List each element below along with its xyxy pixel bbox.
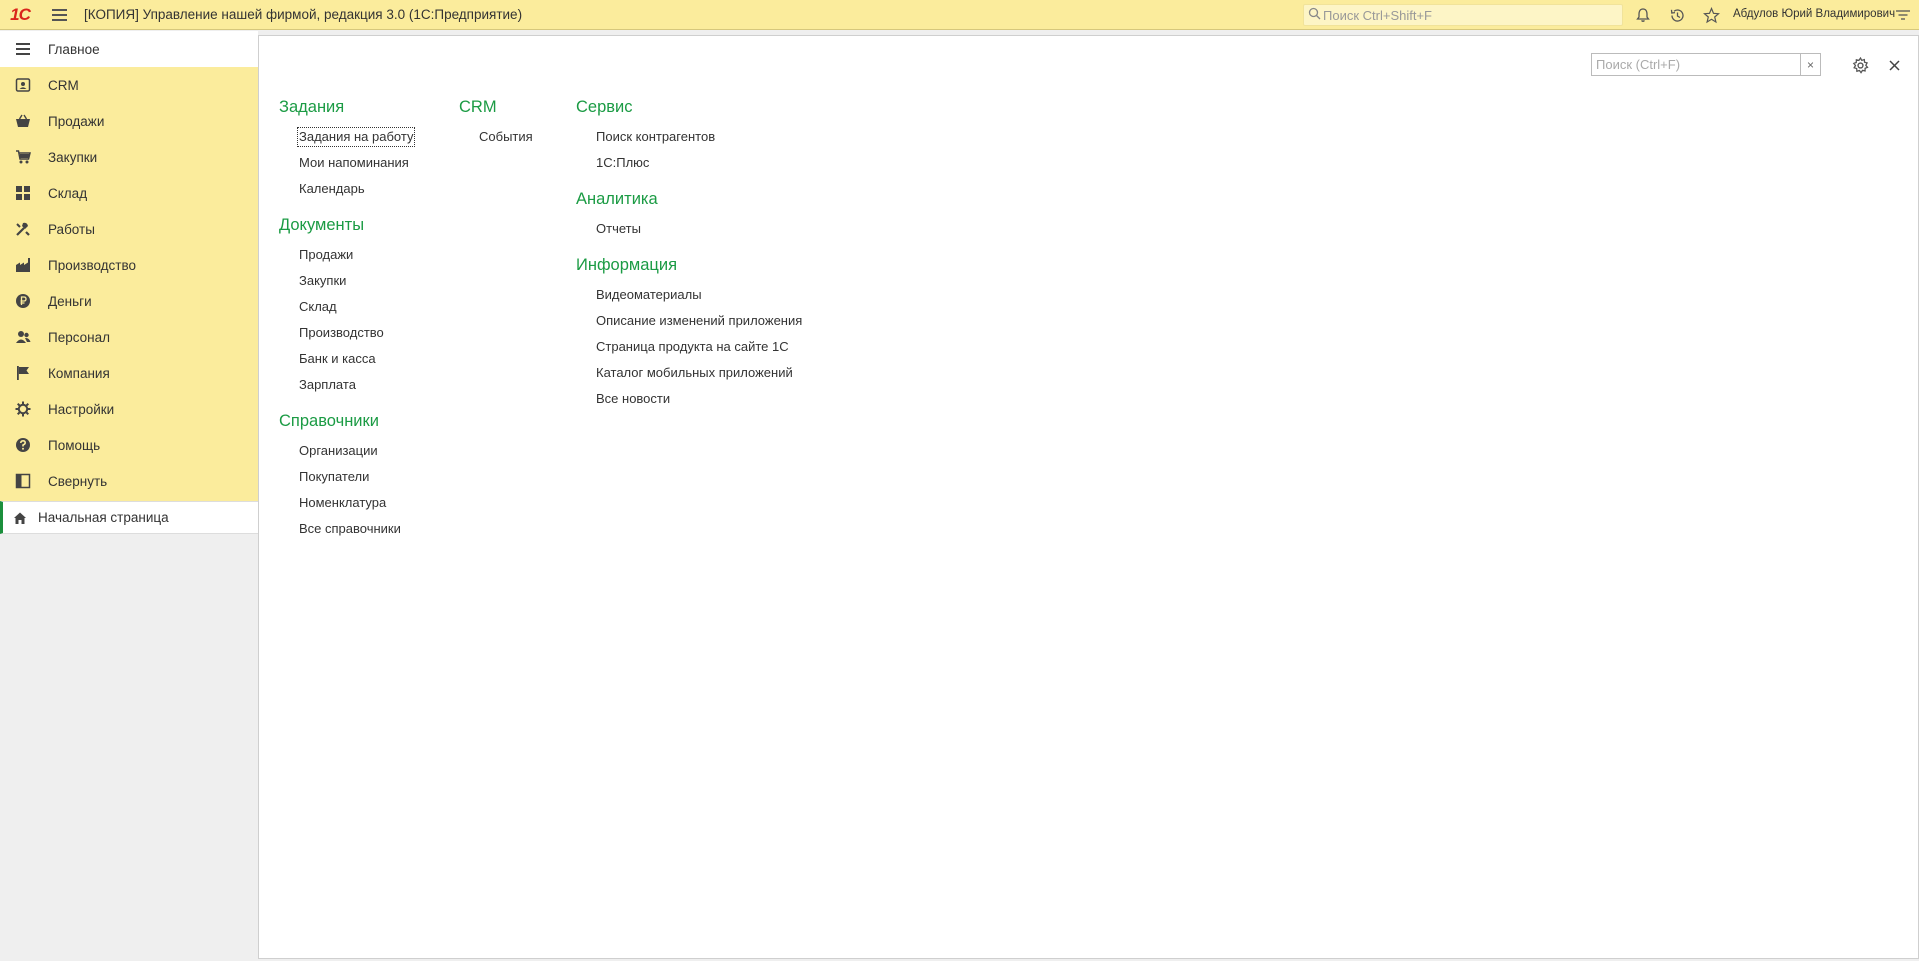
app-logo[interactable]: 1С [0,0,40,30]
link-calendar[interactable]: Календарь [279,180,414,206]
link-nomenclature[interactable]: Номенклатура [279,494,414,520]
main-menu-button[interactable] [40,0,78,30]
sidebar-home-label: Начальная страница [38,510,169,525]
ruble-icon [14,292,32,310]
flag-icon [14,364,32,382]
link-videos[interactable]: Видеоматериалы [576,286,803,312]
contact-card-icon [14,76,32,94]
sidebar-item-label: Компания [48,365,110,381]
link-all-news[interactable]: Все новости [576,390,803,416]
link-doc-warehouse[interactable]: Склад [279,298,414,324]
sidebar-item-production[interactable]: Производство [0,247,258,283]
home-icon [12,510,28,526]
app-title: [КОПИЯ] Управление нашей фирмой, редакци… [84,7,523,22]
link-all-catalogs[interactable]: Все справочники [279,520,414,546]
link-work-tasks[interactable]: Задания на работу [279,127,416,154]
sidebar-item-label: Персонал [48,329,110,345]
section-title-documents: Документы [279,216,365,234]
home-page-panel: × Задания Задания на работу Мои напомина… [258,35,1919,959]
section-title-information: Информация [576,256,678,274]
links-column-1: Задания Задания на работу Мои напоминани… [279,96,416,546]
sidebar-item-home-page[interactable]: Начальная страница [0,501,258,534]
links-column-2: CRM События [459,96,534,154]
list-icon [14,40,32,58]
sidebar-item-money[interactable]: Деньги [0,283,258,319]
sidebar-item-label: Работы [48,221,95,237]
sidebar-item-label: Свернуть [48,473,108,489]
gear-icon [14,400,32,418]
link-doc-bank-cash[interactable]: Банк и касса [279,350,414,376]
cart-icon [14,148,32,166]
sidebar-item-label: Деньги [48,293,92,309]
sidebar-item-sales[interactable]: Продажи [0,103,258,139]
help-icon [14,436,32,454]
link-my-reminders[interactable]: Мои напоминания [279,154,414,180]
section-title-service: Сервис [576,98,633,116]
link-reports[interactable]: Отчеты [576,220,803,246]
settings-menu-icon[interactable] [1893,5,1913,25]
clear-search-button[interactable]: × [1800,54,1820,75]
sidebar-item-help[interactable]: Помощь [0,427,258,463]
grid-icon [14,184,32,202]
section-title-crm: CRM [459,98,497,116]
links-column-3: Сервис Поиск контрагентов 1С:Плюс Аналит… [576,96,803,416]
panel-search[interactable]: × [1591,53,1821,76]
people-icon [14,328,32,346]
global-search[interactable] [1303,4,1623,26]
close-icon[interactable] [1884,55,1904,75]
notifications-bell-icon[interactable] [1633,5,1653,25]
link-counterparty-search[interactable]: Поиск контрагентов [576,128,803,154]
link-organizations[interactable]: Организации [279,442,414,468]
global-search-input[interactable] [1323,7,1613,23]
search-icon [1308,7,1321,23]
link-doc-purchases[interactable]: Закупки [279,272,414,298]
link-doc-production[interactable]: Производство [279,324,414,350]
section-title-tasks: Задания [279,98,345,116]
sidebar-item-company[interactable]: Компания [0,355,258,391]
factory-icon [14,256,32,274]
basket-icon [14,112,32,130]
sidebar-item-purchases[interactable]: Закупки [0,139,258,175]
sidebar-item-works[interactable]: Работы [0,211,258,247]
link-1c-plus[interactable]: 1С:Плюс [576,154,803,180]
user-name[interactable]: Абдулов Юрий Владимирович [1733,8,1895,20]
sidebar-item-warehouse[interactable]: Склад [0,175,258,211]
sidebar-item-label: Закупки [48,149,98,165]
panel-settings-gear-icon[interactable] [1850,55,1870,75]
sidebar-item-settings[interactable]: Настройки [0,391,258,427]
section-title-analytics: Аналитика [576,190,658,208]
link-customers[interactable]: Покупатели [279,468,414,494]
tools-icon [14,220,32,238]
link-product-page[interactable]: Страница продукта на сайте 1С [576,338,803,364]
link-doc-salary[interactable]: Зарплата [279,376,414,402]
sidebar-item-main[interactable]: Главное [0,31,258,67]
sidebar-item-label: Помощь [48,437,101,453]
link-doc-sales[interactable]: Продажи [279,246,414,272]
favorites-star-icon[interactable] [1701,5,1721,25]
panel-search-input[interactable] [1592,57,1800,72]
sections-panel: Главное CRM Продажи Закупки Склад Работы [0,31,258,501]
sidebar-item-label: Склад [48,185,88,201]
sidebar-item-label: Производство [48,257,137,273]
link-mobile-catalog[interactable]: Каталог мобильных приложений [576,364,803,390]
sidebar-item-label: Продажи [48,113,105,129]
sidebar-item-label: Настройки [48,401,115,417]
history-icon[interactable] [1667,5,1687,25]
title-bar: 1С [КОПИЯ] Управление нашей фирмой, реда… [0,0,1919,30]
link-events[interactable]: События [459,128,534,154]
sidebar-item-label: CRM [48,77,79,93]
sidebar-item-crm[interactable]: CRM [0,67,258,103]
link-changelog[interactable]: Описание изменений приложения [576,312,803,338]
sidebar-item-collapse[interactable]: Свернуть [0,463,258,499]
sidebar-item-label: Главное [48,41,100,57]
sidebar-item-staff[interactable]: Персонал [0,319,258,355]
collapse-icon [14,472,32,490]
section-title-catalogs: Справочники [279,412,379,430]
